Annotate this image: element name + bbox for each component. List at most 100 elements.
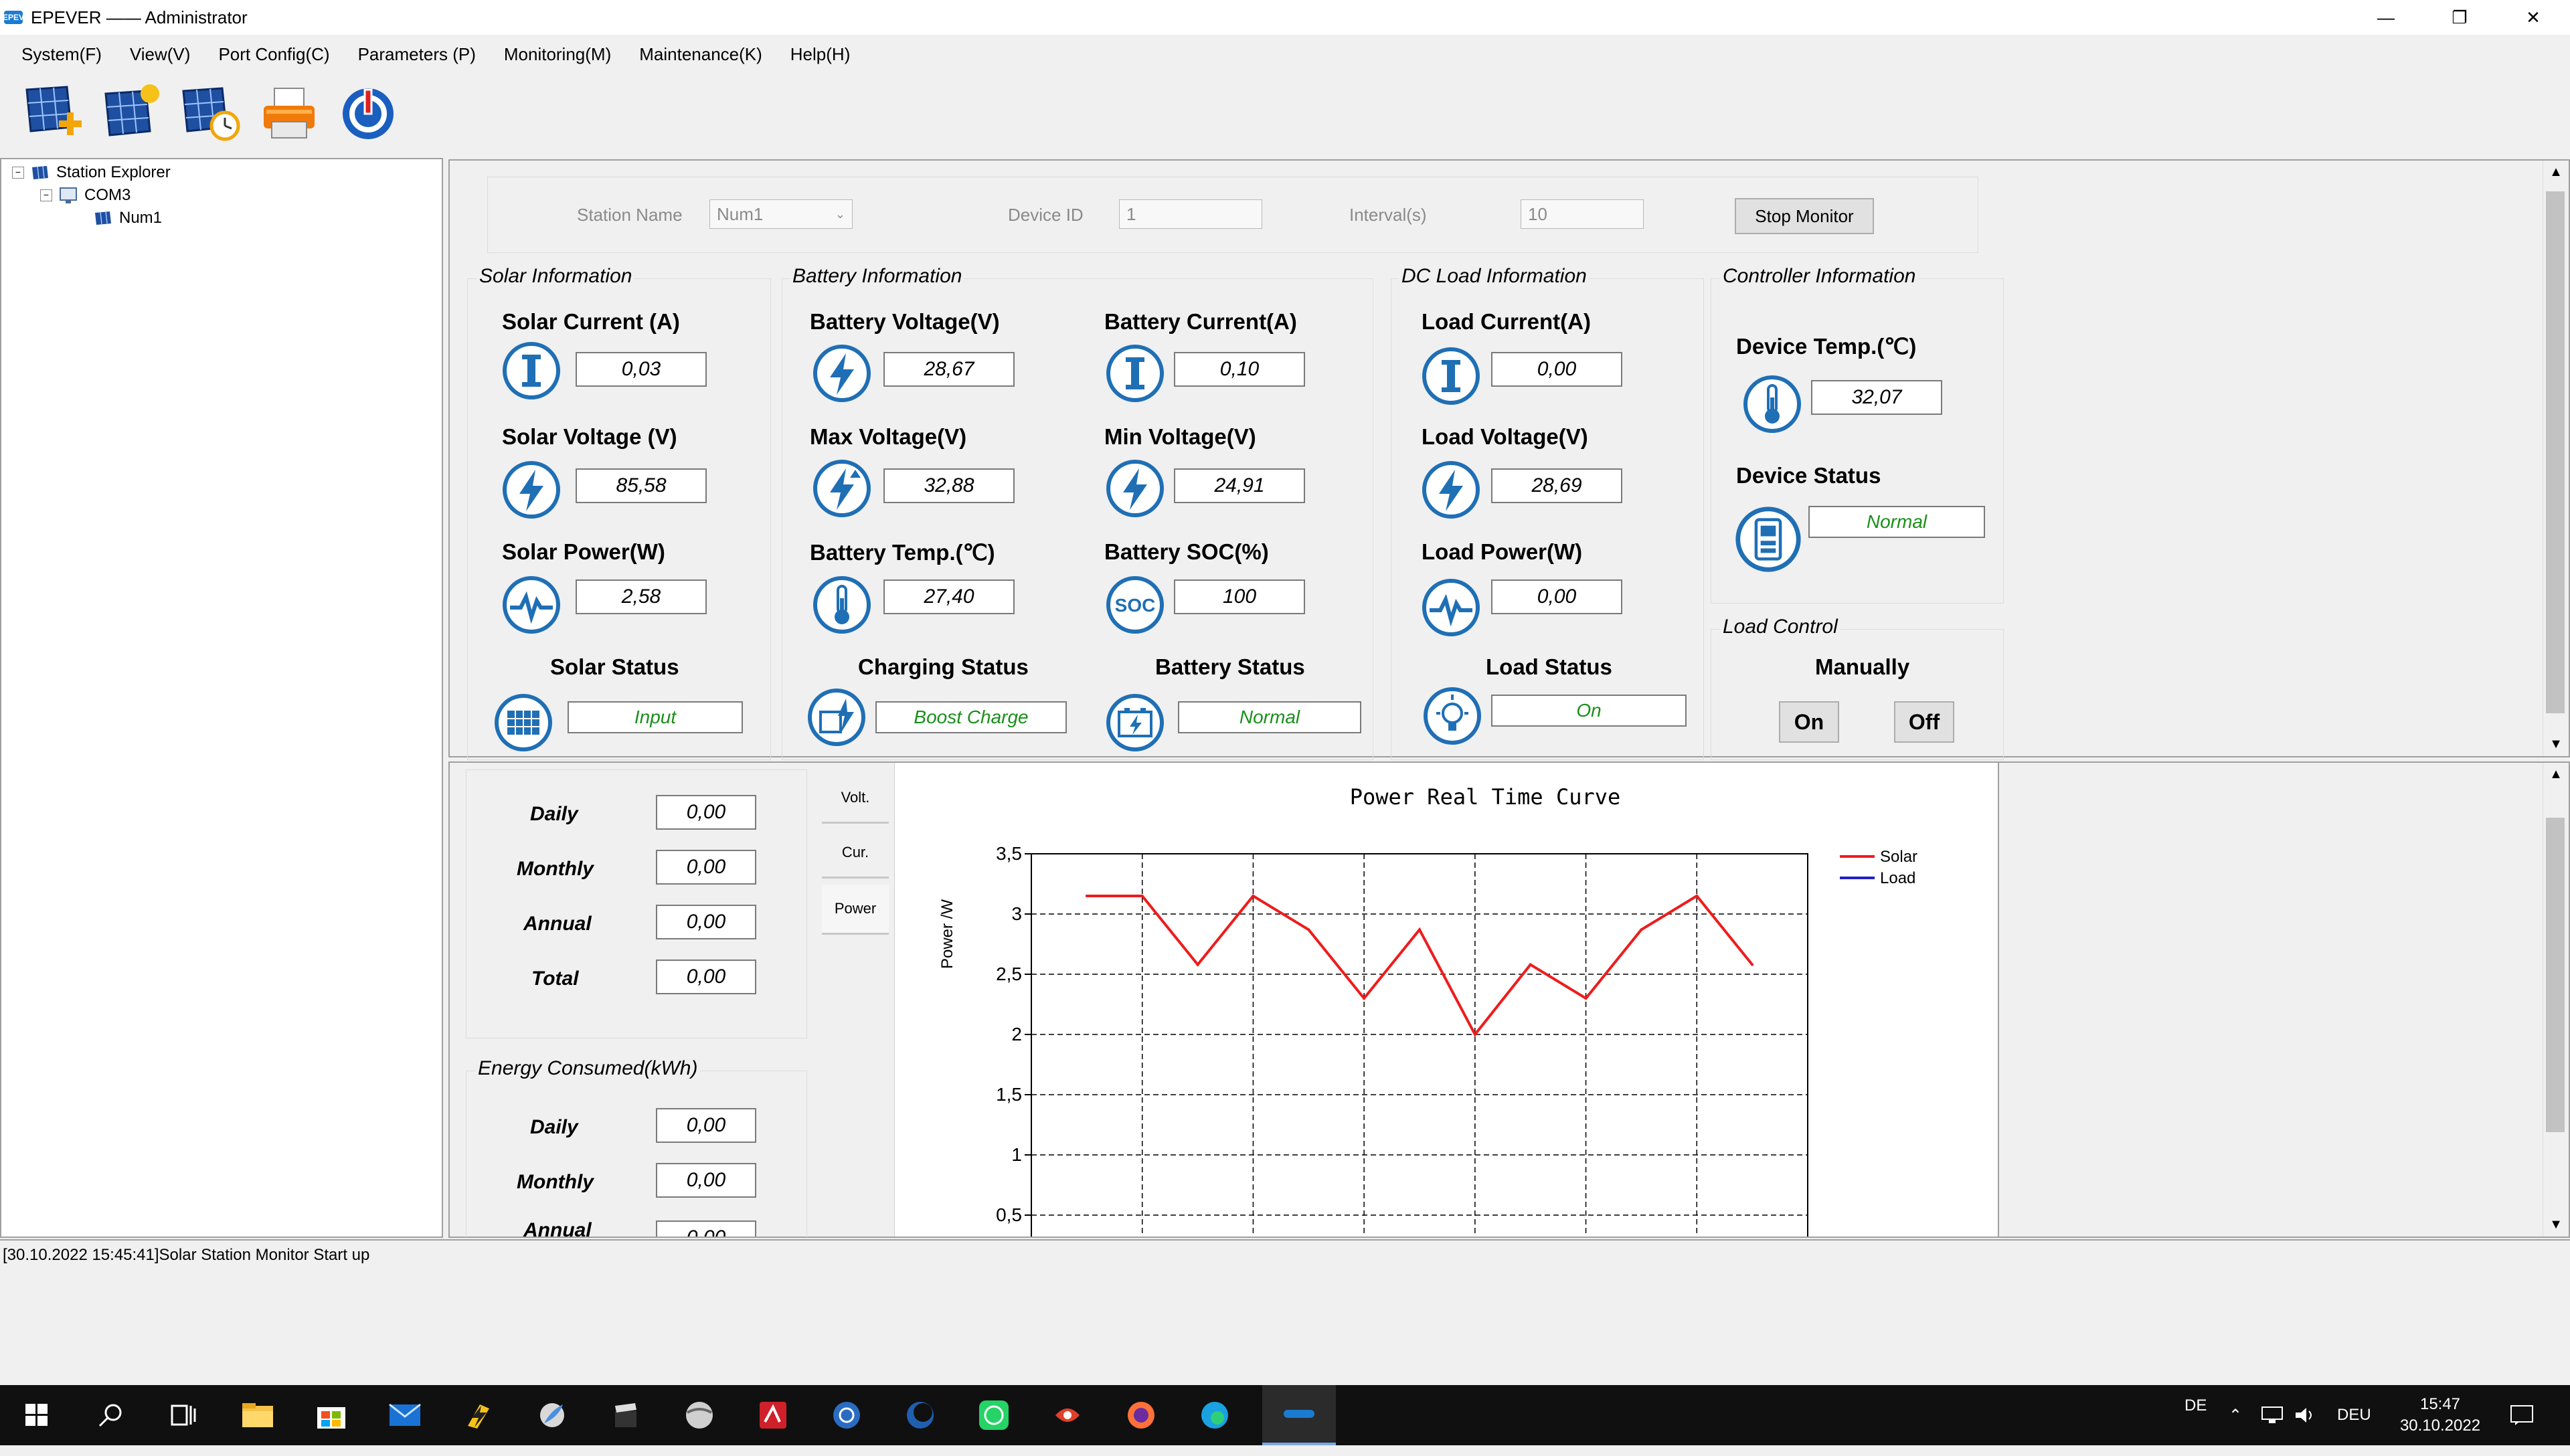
close-button[interactable]: ✕ bbox=[2496, 0, 2570, 35]
chart-title: Power Real Time Curve bbox=[1350, 784, 1621, 810]
tray-chevron-up-icon[interactable]: ⌃ bbox=[2229, 1385, 2242, 1445]
scroll-thumb[interactable] bbox=[2546, 191, 2565, 713]
print-button[interactable] bbox=[256, 79, 323, 146]
voltage-up-icon bbox=[813, 460, 871, 517]
device-status-label: Device Status bbox=[1736, 463, 1881, 488]
tab-power[interactable]: Power bbox=[822, 885, 889, 935]
scroll-thumb[interactable] bbox=[2546, 818, 2565, 1132]
power-wave-icon bbox=[1422, 579, 1480, 636]
menu-parameters[interactable]: Parameters (P) bbox=[358, 44, 476, 65]
app-taskbar-button-5[interactable] bbox=[736, 1385, 810, 1445]
tree-node-com3[interactable]: − COM3 bbox=[40, 186, 131, 205]
solar-status-value: Input bbox=[568, 701, 743, 733]
app-taskbar-button-3[interactable] bbox=[589, 1385, 663, 1445]
scroll-up-icon[interactable]: ▲ bbox=[2543, 161, 2569, 180]
collapse-icon[interactable]: − bbox=[12, 167, 24, 179]
restore-button[interactable]: ❐ bbox=[2423, 0, 2496, 35]
min-voltage-label: Min Voltage(V) bbox=[1104, 424, 1256, 449]
charging-status-value: Boost Charge bbox=[875, 701, 1067, 733]
app-taskbar-button-4[interactable] bbox=[663, 1385, 736, 1445]
battery-status-label: Battery Status bbox=[1155, 654, 1305, 679]
con-annual-label: Annual bbox=[523, 1219, 592, 1237]
whatsapp-taskbar-button[interactable] bbox=[957, 1385, 1031, 1445]
mail-taskbar-button[interactable] bbox=[368, 1385, 442, 1445]
app-taskbar-button-1[interactable] bbox=[442, 1385, 515, 1445]
edge-taskbar-button[interactable] bbox=[1178, 1385, 1252, 1445]
energy-consumed-title: Energy Consumed(kWh) bbox=[475, 1057, 701, 1080]
gen-annual-value: 0,00 bbox=[656, 905, 756, 939]
y-tick-label: 3 bbox=[1011, 903, 1022, 924]
app-taskbar-button-2[interactable] bbox=[515, 1385, 589, 1445]
tray-lang[interactable]: DE bbox=[2184, 1376, 2207, 1436]
load-current-value: 0,00 bbox=[1491, 352, 1622, 387]
network-icon[interactable] bbox=[2261, 1385, 2284, 1445]
tab-current[interactable]: Cur. bbox=[822, 828, 889, 879]
menu-help[interactable]: Help(H) bbox=[790, 44, 851, 65]
app-taskbar-button-8[interactable] bbox=[1031, 1385, 1104, 1445]
scroll-up-icon[interactable]: ▲ bbox=[2543, 763, 2569, 782]
exit-button[interactable] bbox=[335, 79, 402, 146]
device-temp-value: 32,07 bbox=[1811, 380, 1942, 415]
station-name-select[interactable]: Num1 ⌄ bbox=[709, 199, 853, 229]
solar-voltage-value: 85,58 bbox=[576, 468, 707, 503]
power-curve-chart: Power Real Time Curve Power /W 3,5 3 2,5 2 1,5… bbox=[938, 784, 1917, 1237]
menu-maintenance[interactable]: Maintenance(K) bbox=[639, 44, 762, 65]
keyboard-layout[interactable]: DEU bbox=[2337, 1385, 2371, 1445]
epever-taskbar-button[interactable] bbox=[1262, 1385, 1336, 1445]
stop-monitor-button[interactable]: Stop Monitor bbox=[1735, 198, 1874, 234]
scroll-down-icon[interactable]: ▼ bbox=[2543, 737, 2569, 752]
menu-monitoring[interactable]: Monitoring(M) bbox=[504, 44, 611, 65]
interval-field[interactable]: 10 bbox=[1521, 199, 1644, 229]
app-taskbar-button-7[interactable] bbox=[883, 1385, 957, 1445]
menu-view[interactable]: View(V) bbox=[130, 44, 191, 65]
minimize-button[interactable]: — bbox=[2349, 0, 2423, 35]
load-off-button[interactable]: Off bbox=[1894, 701, 1954, 743]
start-button[interactable] bbox=[0, 1385, 74, 1445]
device-status-value: Normal bbox=[1808, 506, 1985, 538]
add-station-button[interactable] bbox=[19, 79, 86, 146]
station-schedule-button[interactable] bbox=[177, 79, 244, 146]
search-button[interactable] bbox=[74, 1385, 147, 1445]
clock-date[interactable]: 30.10.2022 bbox=[2388, 1396, 2492, 1456]
max-voltage-value: 32,88 bbox=[883, 468, 1015, 503]
lower-scrollbar[interactable]: ▲ ▼ bbox=[2543, 763, 2569, 1237]
volume-icon[interactable] bbox=[2294, 1385, 2317, 1445]
solar-panel-add-icon bbox=[25, 86, 82, 135]
store-taskbar-button[interactable] bbox=[294, 1385, 368, 1445]
app-taskbar-button-6[interactable] bbox=[810, 1385, 883, 1445]
station-sun-button[interactable] bbox=[98, 79, 165, 146]
explorer-taskbar-button[interactable] bbox=[221, 1385, 294, 1445]
device-id-field[interactable]: 1 bbox=[1119, 199, 1262, 229]
tree-root-label: Station Explorer bbox=[56, 163, 171, 181]
red-app-icon bbox=[760, 1402, 786, 1429]
monitor-panel: Station Name Num1 ⌄ Device ID 1 Interval… bbox=[448, 159, 2570, 760]
monitor-scrollbar[interactable]: ▲ ▼ bbox=[2543, 161, 2569, 756]
menu-port-config[interactable]: Port Config(C) bbox=[218, 44, 329, 65]
load-on-button[interactable]: On bbox=[1779, 701, 1839, 743]
tree-node-root[interactable]: − Station Explorer bbox=[12, 163, 171, 182]
solar-panel-sun-icon bbox=[104, 84, 159, 136]
current-icon bbox=[503, 342, 560, 399]
y-tick-label: 3,5 bbox=[996, 843, 1022, 864]
voltage-down-icon bbox=[1106, 460, 1164, 517]
notification-button[interactable] bbox=[2510, 1385, 2534, 1445]
collapse-icon[interactable]: − bbox=[40, 189, 52, 201]
tab-voltage[interactable]: Volt. bbox=[822, 774, 889, 824]
battery-voltage-value: 28,67 bbox=[883, 352, 1015, 387]
mail-icon bbox=[389, 1403, 421, 1426]
solar-panel-clock-icon bbox=[182, 87, 240, 141]
station-name-value: Num1 bbox=[717, 203, 764, 224]
scroll-down-icon[interactable]: ▼ bbox=[2543, 1217, 2569, 1233]
search-icon bbox=[98, 1404, 122, 1427]
controller-group-title: Controller Information bbox=[1720, 265, 1919, 288]
thermometer-icon bbox=[1743, 375, 1801, 433]
network-icon-svg bbox=[2261, 1406, 2283, 1423]
title-bar[interactable]: EPEV EPEVER —— Administrator — ❐ ✕ bbox=[0, 0, 2570, 35]
soc-icon: SOC bbox=[1106, 576, 1164, 634]
menu-system[interactable]: System(F) bbox=[21, 44, 102, 65]
whatsapp-icon bbox=[979, 1400, 1009, 1430]
task-view-button[interactable] bbox=[147, 1385, 221, 1445]
firefox-taskbar-button[interactable] bbox=[1104, 1385, 1178, 1445]
tree-node-device[interactable]: Num1 bbox=[94, 209, 162, 227]
taskbar: DE ⌃ DEU 15:47 30.10.2022 bbox=[0, 1385, 2570, 1445]
